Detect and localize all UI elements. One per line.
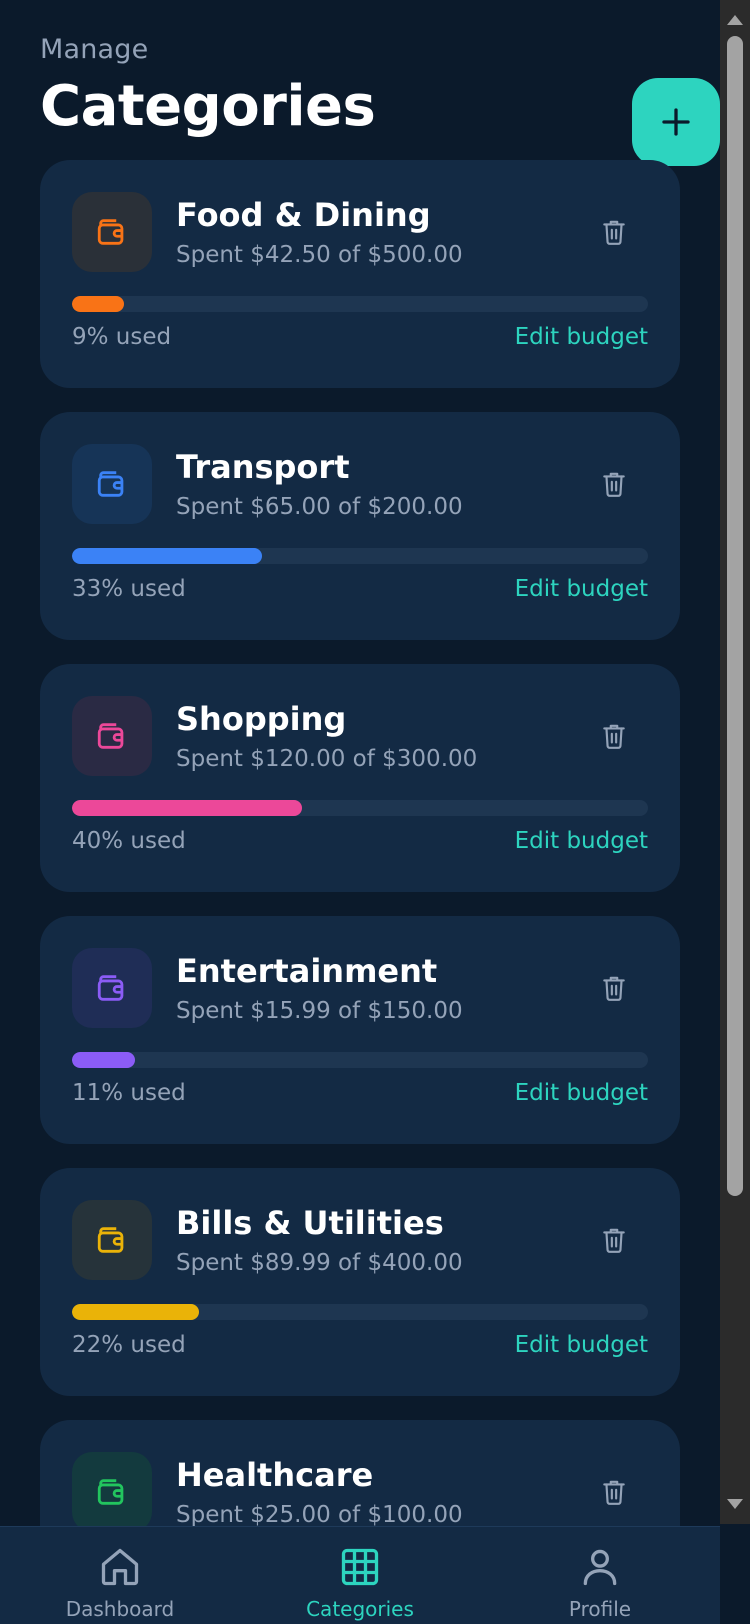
category-name: Healthcare bbox=[176, 1456, 374, 1494]
nav-item-categories[interactable]: Categories bbox=[240, 1527, 480, 1624]
edit-budget-link[interactable]: Edit budget bbox=[515, 1080, 648, 1106]
category-icon-tile bbox=[72, 696, 152, 776]
scroll-up-arrow-icon[interactable] bbox=[725, 12, 745, 28]
add-category-button[interactable] bbox=[632, 78, 720, 166]
category-card: Entertainment Spent $15.99 of $150.00 11% … bbox=[40, 916, 680, 1144]
nav-label-profile: Profile bbox=[568, 1597, 632, 1621]
budget-progress-bar bbox=[72, 548, 648, 564]
wallet-icon bbox=[95, 215, 129, 249]
category-name: Food & Dining bbox=[176, 196, 431, 234]
delete-category-button[interactable] bbox=[594, 1472, 634, 1512]
wallet-icon bbox=[95, 719, 129, 753]
category-icon-tile bbox=[72, 948, 152, 1028]
delete-category-button[interactable] bbox=[594, 1220, 634, 1260]
category-name: Entertainment bbox=[176, 952, 438, 990]
category-icon-tile bbox=[72, 444, 152, 524]
delete-category-button[interactable] bbox=[594, 716, 634, 756]
trash-icon bbox=[601, 470, 627, 498]
trash-icon bbox=[601, 1226, 627, 1254]
nav-item-dashboard[interactable]: Dashboard bbox=[0, 1527, 240, 1624]
nav-label-categories: Categories bbox=[306, 1597, 414, 1621]
budget-percent-used: 33% used bbox=[72, 576, 186, 602]
category-spent: Spent $25.00 of $100.00 bbox=[176, 1502, 463, 1528]
category-icon-tile bbox=[72, 1452, 152, 1532]
category-card: Bills & Utilities Spent $89.99 of $400.00… bbox=[40, 1168, 680, 1396]
edit-budget-link[interactable]: Edit budget bbox=[515, 828, 648, 854]
budget-progress-bar bbox=[72, 296, 648, 312]
delete-category-button[interactable] bbox=[594, 464, 634, 504]
trash-icon bbox=[601, 1478, 627, 1506]
trash-icon bbox=[601, 974, 627, 1002]
category-list: Food & Dining Spent $42.50 of $500.00 9% u… bbox=[40, 160, 680, 1624]
scroll-down-arrow-icon[interactable] bbox=[725, 1496, 745, 1512]
budget-progress-fill bbox=[72, 296, 124, 312]
budget-percent-used: 22% used bbox=[72, 1332, 186, 1358]
scrollbar-corner bbox=[720, 1524, 750, 1624]
trash-icon bbox=[601, 218, 627, 246]
bottom-nav: Dashboard Categories Profile bbox=[0, 1526, 720, 1624]
category-icon-tile bbox=[72, 192, 152, 272]
wallet-icon bbox=[95, 1475, 129, 1509]
page-header: Manage Categories bbox=[40, 34, 720, 166]
category-card: Shopping Spent $120.00 of $300.00 40% used… bbox=[40, 664, 680, 892]
category-icon-tile bbox=[72, 1200, 152, 1280]
app-screen: Manage Categories Food & Dining Spent $42… bbox=[0, 0, 720, 1624]
budget-progress-fill bbox=[72, 548, 263, 564]
edit-budget-link[interactable]: Edit budget bbox=[515, 1332, 648, 1358]
trash-icon bbox=[601, 722, 627, 750]
category-spent: Spent $15.99 of $150.00 bbox=[176, 998, 463, 1024]
page-subtitle: Manage bbox=[40, 34, 149, 65]
budget-progress-bar bbox=[72, 1304, 648, 1320]
delete-category-button[interactable] bbox=[594, 212, 634, 252]
category-card: Food & Dining Spent $42.50 of $500.00 9% u… bbox=[40, 160, 680, 388]
budget-percent-used: 9% used bbox=[72, 324, 172, 350]
category-spent: Spent $65.00 of $200.00 bbox=[176, 494, 463, 520]
delete-category-button[interactable] bbox=[594, 968, 634, 1008]
category-name: Bills & Utilities bbox=[176, 1204, 444, 1242]
scrollbar-thumb[interactable] bbox=[727, 36, 743, 1196]
wallet-icon bbox=[95, 1223, 129, 1257]
category-name: Shopping bbox=[176, 700, 347, 738]
budget-progress-bar bbox=[72, 1052, 648, 1068]
page-title: Categories bbox=[40, 74, 376, 139]
grid-icon bbox=[341, 1548, 379, 1586]
budget-progress-fill bbox=[72, 800, 303, 816]
budget-percent-used: 11% used bbox=[72, 1080, 186, 1106]
budget-progress-fill bbox=[72, 1304, 199, 1320]
plus-icon bbox=[662, 108, 690, 136]
budget-progress-bar bbox=[72, 800, 648, 816]
category-spent: Spent $42.50 of $500.00 bbox=[176, 242, 463, 268]
budget-percent-used: 40% used bbox=[72, 828, 186, 854]
nav-item-profile[interactable]: Profile bbox=[480, 1527, 720, 1624]
category-spent: Spent $120.00 of $300.00 bbox=[176, 746, 478, 772]
budget-progress-fill bbox=[72, 1052, 136, 1068]
wallet-icon bbox=[95, 467, 129, 501]
scrollbar[interactable] bbox=[720, 0, 750, 1524]
edit-budget-link[interactable]: Edit budget bbox=[515, 576, 648, 602]
edit-budget-link[interactable]: Edit budget bbox=[515, 324, 648, 350]
user-icon bbox=[583, 1549, 617, 1586]
wallet-icon bbox=[95, 971, 129, 1005]
nav-label-dashboard: Dashboard bbox=[65, 1597, 175, 1621]
category-spent: Spent $89.99 of $400.00 bbox=[176, 1250, 463, 1276]
category-card: Transport Spent $65.00 of $200.00 33% used… bbox=[40, 412, 680, 640]
category-name: Transport bbox=[176, 448, 350, 486]
home-icon bbox=[101, 1548, 139, 1586]
